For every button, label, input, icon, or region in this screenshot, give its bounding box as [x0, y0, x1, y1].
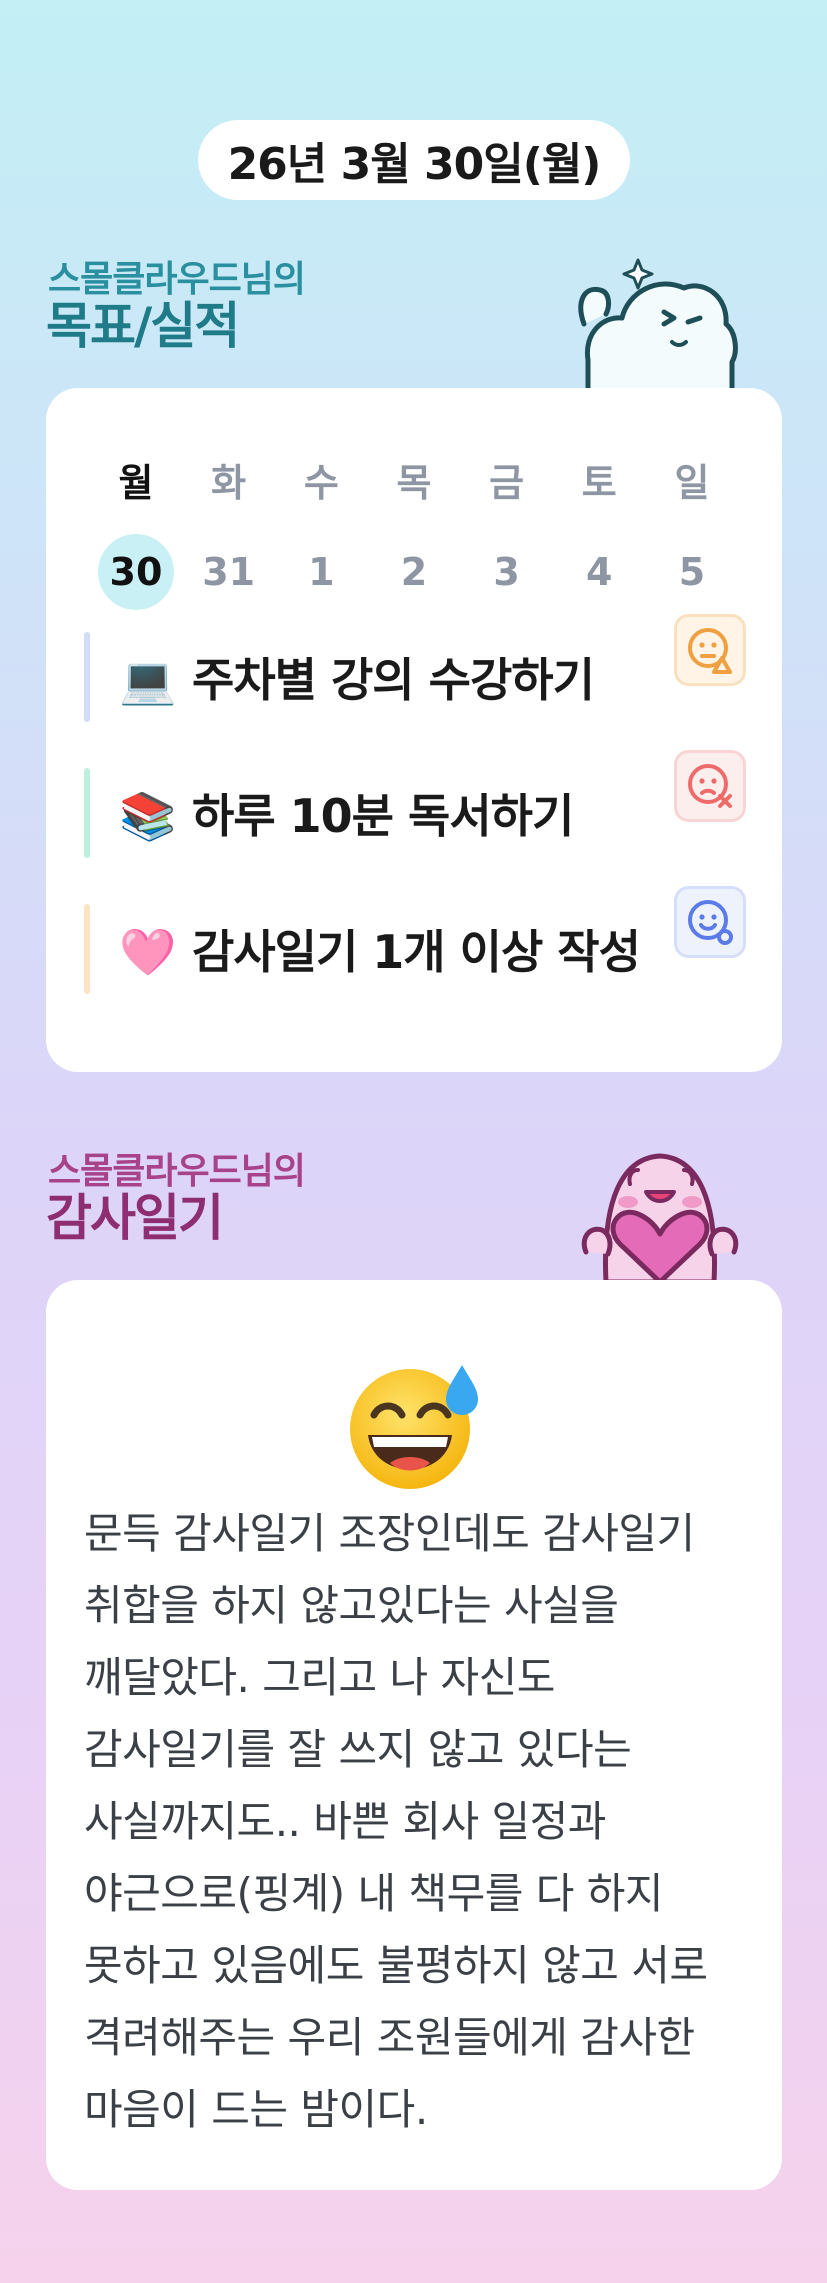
day-name: 수: [303, 461, 339, 505]
week-calendar: 월 30 화 31 수 1 목 2 금 3 토 4 일 5: [98, 458, 730, 610]
goal-color-bar: [84, 768, 90, 858]
success-face-icon[interactable]: [674, 886, 746, 958]
goal-item[interactable]: 📚 하루 10분 독서하기: [84, 750, 746, 858]
day-fri[interactable]: 금 3: [469, 458, 545, 610]
day-wed[interactable]: 수 1: [283, 458, 359, 610]
goal-color-bar: [84, 632, 90, 722]
goal-label: 주차별 강의 수강하기: [192, 653, 595, 707]
date-text: 26년 3월 30일(월): [227, 139, 602, 190]
heart-mascot-icon: [581, 1153, 739, 1282]
goals-card: 월 30 화 31 수 1 목 2 금 3 토 4 일 5 💻 주차별 강의 수…: [46, 388, 782, 1072]
day-number: 30: [98, 534, 174, 610]
goal-item[interactable]: 💻 주차별 강의 수강하기: [84, 614, 746, 722]
day-number: 5: [678, 550, 706, 594]
goal-label: 하루 10분 독서하기: [192, 789, 574, 843]
day-thu[interactable]: 목 2: [376, 458, 452, 610]
diary-text: 문득 감사일기 조장인데도 감사일기 취합을 하지 않고있다는 사실을 깨달았다…: [84, 1509, 708, 2134]
day-name: 금: [489, 461, 525, 505]
day-name: 목: [396, 461, 432, 505]
day-name: 화: [211, 461, 247, 505]
date-pill[interactable]: 26년 3월 30일(월): [198, 120, 630, 200]
day-sat[interactable]: 토 4: [561, 458, 637, 610]
diary-section-title: 감사일기: [46, 1189, 224, 1247]
goal-color-bar: [84, 904, 90, 994]
day-number: 1: [308, 550, 335, 594]
laptop-icon: 💻: [119, 653, 177, 707]
diary-card: 문득 감사일기 조장인데도 감사일기 취합을 하지 않고있다는 사실을 깨달았다…: [46, 1280, 782, 2190]
goals-section-title: 목표/실적: [46, 297, 240, 355]
warning-face-icon[interactable]: [674, 614, 746, 686]
day-name: 일: [674, 461, 710, 505]
day-number: 2: [400, 550, 428, 594]
day-number: 31: [202, 550, 256, 594]
books-icon: 📚: [119, 789, 177, 843]
day-name: 토: [581, 461, 617, 505]
fail-face-icon[interactable]: [674, 750, 746, 822]
goal-item[interactable]: 🩷 감사일기 1개 이상 작성: [84, 886, 746, 994]
day-number: 4: [586, 550, 613, 594]
day-sun[interactable]: 일 5: [654, 458, 730, 610]
day-number: 3: [493, 550, 520, 594]
goal-label: 감사일기 1개 이상 작성: [192, 925, 641, 979]
day-tue[interactable]: 화 31: [191, 458, 267, 610]
pink-heart-icon: 🩷: [119, 925, 177, 979]
day-name: 월: [118, 461, 154, 505]
grinning-sweat-face-icon: [350, 1365, 478, 1489]
day-mon[interactable]: 월 30: [98, 458, 174, 610]
cloud-mascot-icon: [578, 258, 738, 392]
